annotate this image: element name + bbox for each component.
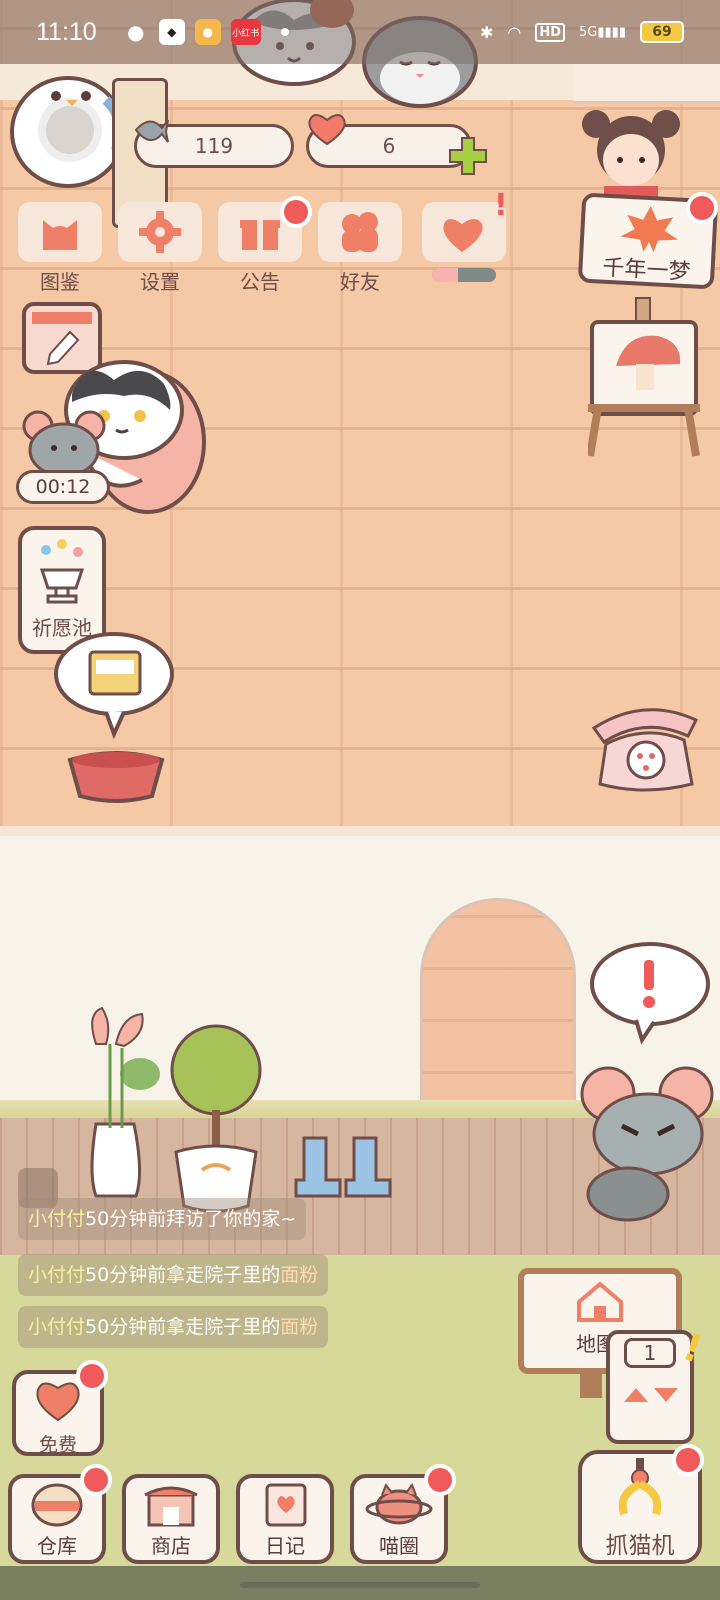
message-user: 小付付 — [28, 1208, 86, 1230]
notification-dot — [280, 28, 289, 36]
diary-icon — [265, 1483, 307, 1527]
notice-badge — [280, 196, 312, 228]
menu-label: 图鉴 — [40, 270, 80, 294]
nav-label: 商店 — [151, 1534, 191, 1558]
menu-item-settings[interactable]: 设置 — [114, 202, 206, 294]
message-user: 小付付 — [28, 1316, 86, 1338]
menu-item-friends[interactable]: 好友 — [314, 202, 406, 294]
home-indicator[interactable] — [240, 1582, 480, 1588]
menu-label: 好友 — [340, 270, 380, 294]
mushroom-painting-easel[interactable] — [588, 296, 700, 468]
mouse-visitor[interactable] — [20, 410, 108, 478]
nav-diary[interactable]: 日记 — [236, 1474, 334, 1564]
menu-item-catalog[interactable]: 图鉴 — [14, 202, 106, 294]
message-item: 面粉 — [280, 1316, 319, 1338]
event-banner-label: 千年一梦 — [601, 255, 692, 286]
floor-divider — [0, 826, 720, 836]
potted-tree[interactable] — [168, 1020, 264, 1216]
heart-icon — [443, 219, 483, 252]
message-row-1: 小付付50分钟前拜访了你的家~ — [18, 1198, 307, 1240]
hearts-alert-icon: ! — [494, 188, 508, 223]
gift-icon — [240, 220, 280, 250]
xiaohongshu-icon: 小红书 — [230, 19, 261, 45]
message-text: 50分钟前拿走院子里的 — [85, 1264, 281, 1286]
message-text: 50分钟前拜访了你的家~ — [85, 1208, 297, 1230]
shop-icon — [144, 1486, 198, 1527]
menu-label: 设置 — [140, 270, 180, 294]
claw-machine-badge — [672, 1444, 704, 1476]
battery-icon: 69 — [640, 21, 684, 43]
event-badge — [686, 192, 718, 224]
menu-label: 公告 — [240, 270, 280, 294]
warehouse-badge — [80, 1464, 112, 1496]
nav-icon-wrap — [126, 1478, 216, 1530]
status-bar: 11:10 ● ◆ ● 小红书 ✱ ◠ HD 5G▮▮▮▮ 69 — [0, 0, 720, 64]
message-user: 小付付 — [28, 1264, 86, 1286]
nav-icon-wrap — [240, 1478, 330, 1530]
counter-value: 1 — [624, 1338, 676, 1368]
fountain-icon — [39, 539, 85, 604]
signal-label: 5G — [579, 24, 598, 40]
hearts-progress-fill — [432, 268, 458, 282]
food-bowl[interactable] — [66, 748, 166, 804]
pink-telephone[interactable] — [584, 700, 708, 796]
message-text: 50分钟前拿走院子里的 — [85, 1316, 281, 1338]
heart-icon — [308, 114, 346, 146]
visit-timer: 00:12 — [16, 470, 110, 504]
alert-speech-bubble[interactable] — [586, 940, 714, 1050]
status-indicators: ✱ ◠ HD 5G▮▮▮▮ 69 — [480, 21, 684, 43]
menu-tile — [318, 202, 402, 262]
maple-leaf-icon — [620, 206, 679, 253]
add-hearts-button[interactable] — [446, 134, 490, 178]
house-icon — [577, 1281, 623, 1322]
visit-counter[interactable]: 1 — [606, 1330, 694, 1444]
wechat-icon: ● — [126, 20, 145, 44]
weibo-icon: ● — [194, 19, 221, 45]
nav-label: 喵圈 — [379, 1534, 419, 1558]
flower-vase[interactable] — [66, 1004, 166, 1204]
rain-boots[interactable] — [292, 1130, 402, 1200]
free-badge — [76, 1360, 108, 1392]
cat-planet-icon — [365, 1482, 433, 1525]
cat-circle-badge — [424, 1464, 456, 1496]
wifi-icon: ◠ — [507, 22, 522, 42]
message-item: 面粉 — [280, 1264, 319, 1286]
menu-tile — [18, 202, 102, 262]
arrow-buttons-icon — [624, 1388, 678, 1402]
message-row-3: 小付付50分钟前拿走院子里的面粉 — [18, 1306, 329, 1348]
grumpy-mouse[interactable] — [578, 1064, 718, 1224]
friends-icon — [342, 212, 378, 252]
nav-label: 日记 — [265, 1534, 305, 1558]
bluetooth-icon: ✱ — [479, 22, 494, 42]
gear-icon — [139, 211, 181, 253]
hd-icon: HD — [535, 22, 566, 42]
fish-icon — [134, 119, 169, 143]
map-sign-post — [580, 1374, 602, 1398]
shelf-ledge — [574, 64, 720, 104]
food-thought-bubble[interactable] — [52, 630, 176, 740]
arched-door[interactable] — [420, 898, 576, 1126]
nav-shop[interactable]: 商店 — [122, 1474, 220, 1564]
warehouse-icon — [31, 1483, 83, 1527]
signal-icon: 5G▮▮▮▮ — [579, 24, 626, 40]
nav-label: 仓库 — [37, 1534, 77, 1558]
heart-count: 6 — [382, 134, 396, 158]
free-label: 免费 — [38, 1434, 77, 1456]
message-row-2: 小付付50分钟前拿走院子里的面粉 — [18, 1254, 329, 1296]
claw-machine-label: 抓猫机 — [605, 1533, 675, 1559]
cat-face-icon — [43, 220, 77, 250]
hearts-progress-bar — [432, 268, 496, 282]
menu-tile — [118, 202, 202, 262]
girl-npc[interactable] — [576, 104, 686, 200]
qq-icon: ◆ — [158, 19, 185, 45]
fish-count: 119 — [194, 134, 234, 158]
status-time: 11:10 — [36, 17, 97, 46]
